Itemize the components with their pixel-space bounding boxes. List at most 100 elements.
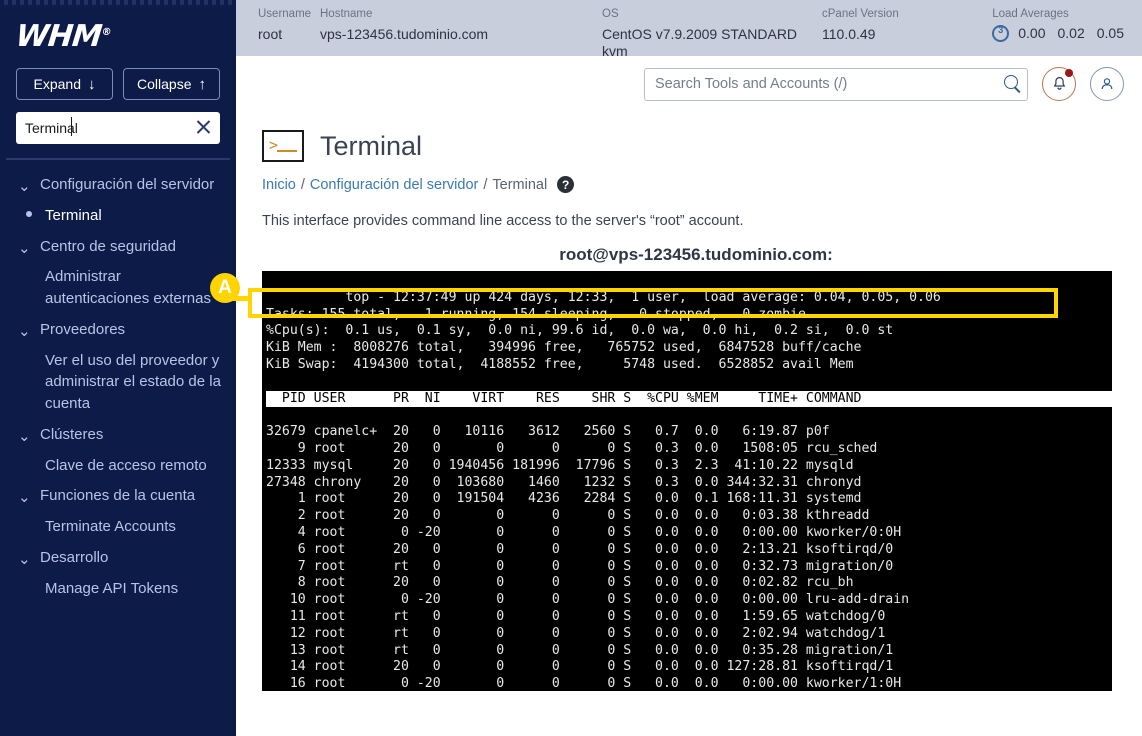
sidebar-item-manage-api-tokens[interactable]: Manage API Tokens [0, 575, 236, 603]
meta-os: OS CentOS v7.9.2009 STANDARD kvm [602, 8, 822, 59]
page-body: > Terminal Inicio / Configuración del se… [236, 106, 1142, 691]
meta-label: OS [602, 8, 619, 20]
close-icon[interactable] [195, 118, 212, 135]
table-row: 11 root rt 0 0 0 0 S 0.0 0.0 1:59.65 wat… [266, 608, 886, 624]
terminal-output[interactable]: top - 12:37:49 up 424 days, 12:33, 1 use… [262, 271, 1112, 691]
load-averages-row: 0.00 0.02 0.05 [992, 24, 1124, 42]
terminal-icon: > [262, 130, 304, 162]
notifications-button[interactable] [1042, 67, 1076, 101]
nav-group-label: Configuración del servidor [40, 176, 215, 193]
nav-group-header-account-functions[interactable]: ⌄ Funciones de la cuenta [0, 479, 236, 513]
expand-button-label: Expand [33, 76, 81, 92]
table-row: 32679 cpanelc+ 20 0 10116 3612 2560 S 0.… [266, 424, 830, 440]
sidebar-item-label: Ver el uso del proveedor y administrar e… [45, 351, 221, 413]
nav-group-security-center: ⌄ Centro de seguridad Administrar autent… [0, 230, 236, 313]
load-avg-1: 0.00 [1018, 24, 1046, 41]
search-icon[interactable] [1004, 74, 1018, 89]
refresh-circle-icon[interactable] [992, 24, 1010, 42]
collapse-button[interactable]: Collapse ↑ [123, 68, 220, 100]
table-row: 6 root 20 0 0 0 0 S 0.0 0.0 2:13.21 ksof… [266, 541, 894, 557]
nav-group-header-development[interactable]: ⌄ Desarrollo [0, 541, 236, 575]
table-row: 9 root 20 0 0 0 0 S 0.3 0.0 1508:05 rcu_… [266, 440, 878, 456]
sidebar-item-terminal[interactable]: Terminal [0, 202, 236, 230]
whm-logo[interactable]: WHM® [0, 5, 236, 60]
sidebar: WHM® Expand ↓ Collapse ↑ ⌄ Configuración… [0, 0, 236, 736]
table-row: 12333 mysql 20 0 1940456 181996 17796 S … [266, 457, 854, 473]
sidebar-item-manage-external-auth[interactable]: Administrar autenticaciones externas [0, 263, 236, 313]
meta-value: vps-123456.tudominio.com [320, 25, 489, 42]
table-row: 12 root rt 0 0 0 0 S 0.0 0.0 2:02.94 wat… [266, 625, 886, 641]
terminal-zone: root@vps-123456.tudominio.com: top - 12:… [262, 245, 1142, 691]
arrow-down-icon: ↓ [87, 75, 96, 93]
breadcrumb-item-server-config[interactable]: Configuración del servidor [310, 177, 478, 193]
global-search-row [236, 56, 1142, 106]
breadcrumb-item-inicio[interactable]: Inicio [262, 177, 296, 193]
meta-value: root [258, 25, 283, 42]
page-description: This interface provides command line acc… [262, 213, 744, 229]
terminal-summary-line: %Cpu(s): 0.1 us, 0.1 sy, 0.0 ni, 99.6 id… [266, 323, 894, 339]
help-question-icon[interactable]: ? [557, 176, 575, 193]
nav-group-header-providers[interactable]: ⌄ Proveedores [0, 313, 236, 347]
table-row: 10 root 0 -20 0 0 0 S 0.0 0.0 0:00.00 lr… [266, 592, 910, 608]
expand-button[interactable]: Expand ↓ [16, 68, 113, 100]
bell-icon [1053, 76, 1065, 90]
chevron-down-icon: ⌄ [18, 178, 31, 195]
load-avg-15: 0.05 [1096, 24, 1124, 41]
nav-group-header-security-center[interactable]: ⌄ Centro de seguridad [0, 230, 236, 264]
sidebar-item-label: Administrar autenticaciones externas [45, 268, 211, 307]
nav-group-providers: ⌄ Proveedores Ver el uso del proveedor y… [0, 313, 236, 418]
nav-group-development: ⌄ Desarrollo Manage API Tokens [0, 541, 236, 603]
expand-collapse-row: Expand ↓ Collapse ↑ [0, 60, 236, 100]
meta-cpanel-version: cPanel Version 110.0.49 [822, 8, 992, 43]
chevron-down-icon: ⌄ [18, 322, 31, 340]
sidebar-item-label: Clave de acceso remoto [45, 456, 207, 474]
nav-group-label: Centro de seguridad [40, 237, 176, 255]
meta-value: CentOS v7.9.2009 STANDARD kvm [602, 25, 798, 59]
nav-group-server-config: ⌄ Configuración del servidor Terminal [0, 168, 236, 230]
meta-load-averages: Load Averages 0.00 0.02 0.05 [992, 8, 1124, 42]
nav-group-label: Proveedores [40, 320, 126, 338]
whm-terminal-page: WHM® Expand ↓ Collapse ↑ ⌄ Configuración… [0, 0, 1142, 736]
annotation-badge-a: A [210, 273, 240, 303]
table-row: 27348 chrony 20 0 103680 1460 1232 S 0.3… [266, 474, 862, 490]
meta-value: 110.0.49 [822, 25, 876, 42]
user-account-button[interactable] [1090, 67, 1124, 101]
terminal-top-line: top - 12:37:49 up 424 days, 12:33, 1 use… [345, 289, 941, 305]
page-header: > Terminal [262, 130, 1142, 162]
table-row: 8 root 20 0 0 0 0 S 0.0 0.0 0:02.82 rcu_… [266, 575, 854, 591]
search-input[interactable] [644, 67, 1028, 101]
user-avatar-icon [1101, 78, 1113, 90]
breadcrumb-separator: / [300, 176, 305, 193]
breadcrumb-item-terminal: Terminal [492, 176, 548, 193]
table-row: 14 root 20 0 0 0 0 S 0.0 0.0 127:28.81 k… [266, 659, 894, 675]
arrow-up-icon: ↑ [198, 75, 206, 93]
nav-group-header-clusters[interactable]: ⌄ Clústeres [0, 418, 236, 452]
page-title: Terminal [320, 130, 423, 161]
terminal-session-heading: root@vps-123456.tudominio.com: [559, 245, 833, 264]
nav-group-label: Clústeres [40, 425, 104, 443]
sidebar-nav: ⌄ Configuración del servidor Terminal ⌄ … [0, 160, 236, 602]
sidebar-item-label: Manage API Tokens [45, 579, 179, 597]
table-row: 2 root 20 0 0 0 0 S 0.0 0.0 0:03.38 kthr… [266, 508, 870, 524]
sidebar-search-wrap [0, 100, 236, 144]
nav-group-header-server-config[interactable]: ⌄ Configuración del servidor [0, 168, 236, 202]
nav-group-clusters: ⌄ Clústeres Clave de acceso remoto [0, 418, 236, 480]
whm-logo-registered: ® [100, 27, 112, 38]
nav-group-label: Desarrollo [40, 548, 109, 566]
chevron-down-icon: ⌄ [18, 489, 31, 507]
meta-hostname: Hostname vps-123456.tudominio.com [320, 8, 602, 43]
terminal-summary-line: Tasks: 155 total, 1 running, 154 sleepin… [266, 306, 806, 322]
sidebar-item-remote-access-key[interactable]: Clave de acceso remoto [0, 452, 236, 480]
chevron-down-icon: ⌄ [18, 427, 31, 445]
sidebar-item-terminate-accounts[interactable]: Terminate Accounts [0, 513, 236, 541]
meta-label: Hostname [320, 8, 373, 20]
sidebar-search-input[interactable] [16, 112, 220, 144]
meta-label: Load Averages [992, 8, 1069, 20]
meta-label: cPanel Version [822, 8, 899, 20]
main-content: Username root Hostname vps-123456.tudomi… [236, 0, 1142, 736]
meta-label: Username [258, 8, 312, 20]
sidebar-item-provider-usage[interactable]: Ver el uso del proveedor y administrar e… [0, 347, 236, 418]
terminal-icon-underscore [277, 150, 297, 152]
table-row: 16 root 0 -20 0 0 0 S 0.0 0.0 0:00.00 kw… [266, 676, 902, 691]
